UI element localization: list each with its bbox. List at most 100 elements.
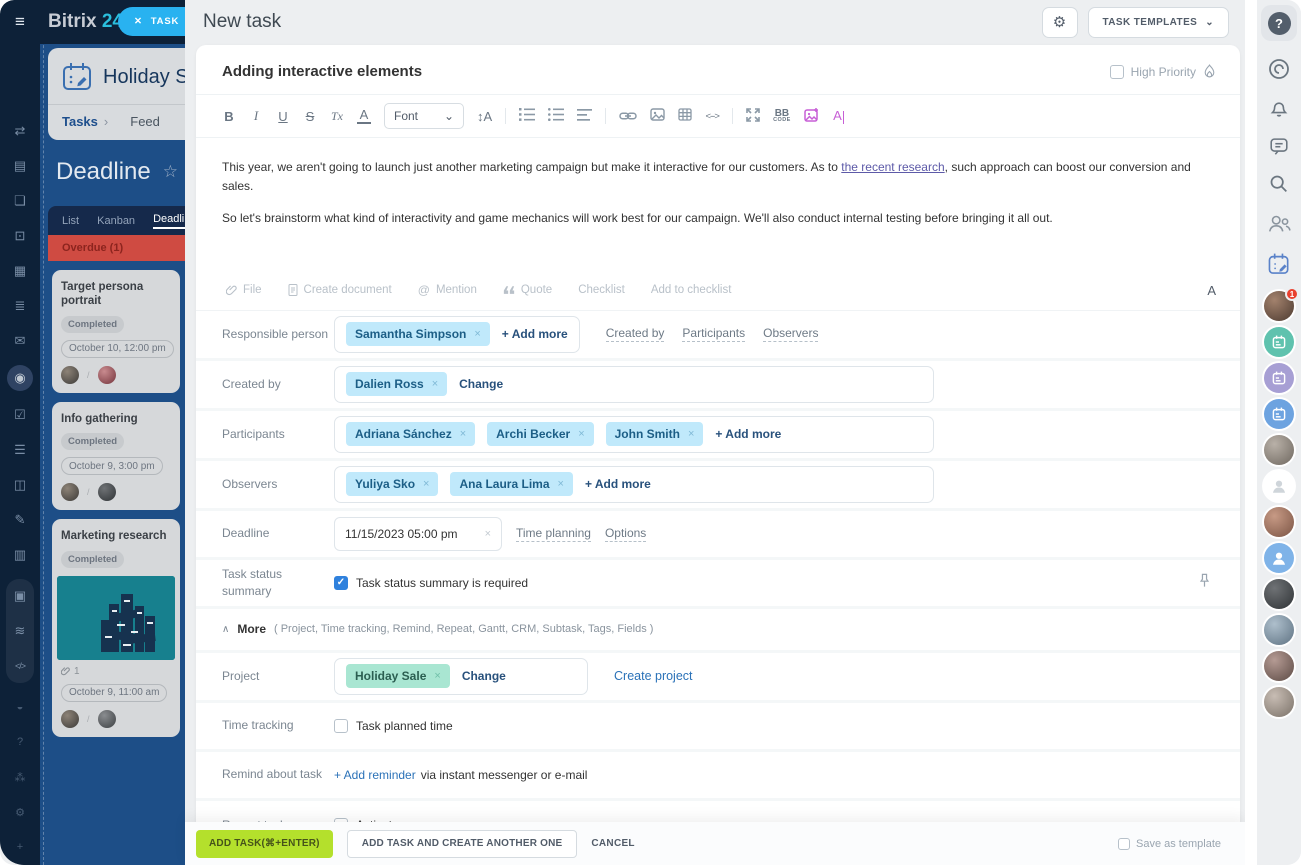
avatar[interactable]: 1: [1264, 291, 1294, 321]
groups-icon[interactable]: ◉: [7, 365, 33, 391]
created-by-box[interactable]: Dalien Ross× Change: [334, 366, 934, 403]
description-link[interactable]: the recent research: [841, 160, 944, 174]
save-as-template-checkbox[interactable]: [1118, 838, 1130, 850]
options-link[interactable]: Options: [605, 526, 646, 542]
task-title-input[interactable]: Adding interactive elements: [222, 63, 422, 80]
view-tab-deadline[interactable]: Deadline: [153, 213, 185, 229]
change-link[interactable]: Change: [462, 669, 506, 683]
participants-box[interactable]: Adriana Sánchez× Archi Becker× John Smit…: [334, 416, 934, 453]
add-task-button[interactable]: ADD TASK(⌘+ENTER): [196, 830, 333, 858]
underline-button[interactable]: U: [276, 109, 290, 124]
avatar[interactable]: [61, 366, 79, 384]
high-priority-checkbox[interactable]: [1110, 65, 1124, 79]
mail-icon[interactable]: ✉: [9, 330, 31, 352]
responsible-person-box[interactable]: Samantha Simpson× + Add more: [334, 316, 580, 353]
contact-center-icon[interactable]: ▥: [9, 544, 31, 566]
sites-icon[interactable]: ◫: [9, 474, 31, 496]
text-color-button[interactable]: A: [357, 108, 371, 124]
avatar[interactable]: [1264, 435, 1294, 465]
remove-chip-icon[interactable]: ×: [578, 428, 584, 440]
text-mode-toggle[interactable]: A: [1207, 283, 1216, 298]
ordered-list-button[interactable]: [519, 108, 535, 124]
close-icon[interactable]: ✕: [134, 16, 143, 27]
hamburger-menu-icon[interactable]: ≡: [15, 12, 25, 32]
remove-chip-icon[interactable]: ×: [423, 478, 429, 490]
fullscreen-button[interactable]: [746, 108, 760, 125]
add-rail-icon[interactable]: +: [9, 836, 31, 858]
overdue-group-header[interactable]: Overdue (1): [48, 235, 185, 261]
remove-chip-icon[interactable]: ×: [474, 328, 480, 340]
avatar[interactable]: [1264, 651, 1294, 681]
file-button[interactable]: File: [226, 284, 262, 296]
bullet-list-button[interactable]: [548, 108, 564, 124]
avatar[interactable]: [1264, 687, 1294, 717]
add-reminder-link[interactable]: + Add reminder: [334, 768, 416, 782]
add-more-link[interactable]: + Add more: [585, 477, 651, 491]
user-chip[interactable]: Yuliya Sko×: [346, 472, 438, 496]
notifications-bell-icon[interactable]: [1268, 97, 1290, 119]
avatar-placeholder[interactable]: [1264, 543, 1294, 573]
remove-chip-icon[interactable]: ×: [688, 428, 694, 440]
help-rail-icon[interactable]: ?: [9, 731, 31, 753]
task-card[interactable]: Target persona portrait Completed Octobe…: [52, 270, 180, 393]
bold-button[interactable]: B: [222, 109, 236, 124]
avatar-placeholder[interactable]: [1264, 471, 1294, 501]
user-chip[interactable]: Dalien Ross×: [346, 372, 447, 396]
scrollbar-gutter[interactable]: [1245, 0, 1257, 865]
status-summary-checkbox[interactable]: ✓: [334, 576, 348, 590]
documents-icon[interactable]: ▦: [9, 260, 31, 282]
group-calendar-avatar[interactable]: [1264, 327, 1294, 357]
user-chip[interactable]: Ana Laura Lima×: [450, 472, 572, 496]
align-button[interactable]: [577, 109, 592, 124]
user-chip[interactable]: Samantha Simpson×: [346, 322, 490, 346]
remove-chip-icon[interactable]: ×: [432, 378, 438, 390]
task-card[interactable]: Info gathering Completed October 9, 3:00…: [52, 402, 180, 510]
add-more-link[interactable]: + Add more: [715, 427, 781, 441]
share-icon[interactable]: ⇄: [9, 120, 31, 142]
user-chip[interactable]: John Smith×: [606, 422, 704, 446]
checklist-button[interactable]: Checklist: [578, 284, 625, 296]
help-button[interactable]: ?: [1261, 5, 1297, 41]
task-description[interactable]: This year, we aren't going to launch jus…: [196, 138, 1240, 229]
network-icon[interactable]: ⁂: [9, 766, 31, 788]
copilot-icon[interactable]: [1267, 57, 1291, 81]
bi-builder-icon[interactable]: ▣: [9, 585, 31, 607]
user-chip[interactable]: Archi Becker×: [487, 422, 593, 446]
view-tab-kanban[interactable]: Kanban: [97, 215, 135, 227]
clear-format-button[interactable]: Tx: [330, 109, 344, 124]
settings-button[interactable]: ⚙: [1042, 7, 1078, 38]
observers-link[interactable]: Observers: [763, 326, 818, 342]
task-pill-button[interactable]: ✕ TASK: [118, 7, 185, 36]
avatar[interactable]: [1264, 615, 1294, 645]
high-priority-toggle[interactable]: High Priority: [1110, 64, 1216, 79]
created-by-link[interactable]: Created by: [606, 326, 665, 342]
tab-feed[interactable]: Feed: [130, 114, 160, 129]
quote-button[interactable]: Quote: [503, 284, 552, 296]
image-button[interactable]: [650, 108, 665, 124]
create-document-button[interactable]: Create document: [288, 284, 392, 296]
save-as-template-toggle[interactable]: Save as template: [1118, 838, 1221, 850]
cancel-button[interactable]: CANCEL: [591, 838, 634, 849]
avatar[interactable]: [1264, 507, 1294, 537]
clear-deadline-icon[interactable]: ×: [485, 528, 491, 540]
remove-chip-icon[interactable]: ×: [460, 428, 466, 440]
avatar[interactable]: [98, 366, 116, 384]
drive-icon[interactable]: ≣: [9, 295, 31, 317]
chat-icon[interactable]: [1268, 135, 1290, 157]
remove-chip-icon[interactable]: ×: [558, 478, 564, 490]
employees-icon[interactable]: [1266, 211, 1292, 235]
deadline-input[interactable]: 11/15/2023 05:00 pm ×: [334, 517, 502, 551]
code-button[interactable]: <-->: [705, 111, 719, 122]
view-tab-list[interactable]: List: [62, 215, 79, 227]
change-link[interactable]: Change: [459, 377, 503, 391]
pin-icon[interactable]: [1199, 573, 1210, 593]
observers-box[interactable]: Yuliya Sko× Ana Laura Lima× + Add more: [334, 466, 934, 503]
planner-calendar-icon[interactable]: [1266, 251, 1292, 277]
task-card[interactable]: Marketing research Completed 1 October 9…: [52, 519, 180, 736]
font-size-button[interactable]: ↕A: [477, 109, 492, 124]
copilot-text-icon[interactable]: A: [832, 108, 846, 123]
copilot-image-icon[interactable]: [804, 108, 819, 125]
settings-rail-icon[interactable]: ⚙: [9, 801, 31, 823]
avatar[interactable]: [1264, 579, 1294, 609]
crm-icon[interactable]: ☰: [9, 439, 31, 461]
